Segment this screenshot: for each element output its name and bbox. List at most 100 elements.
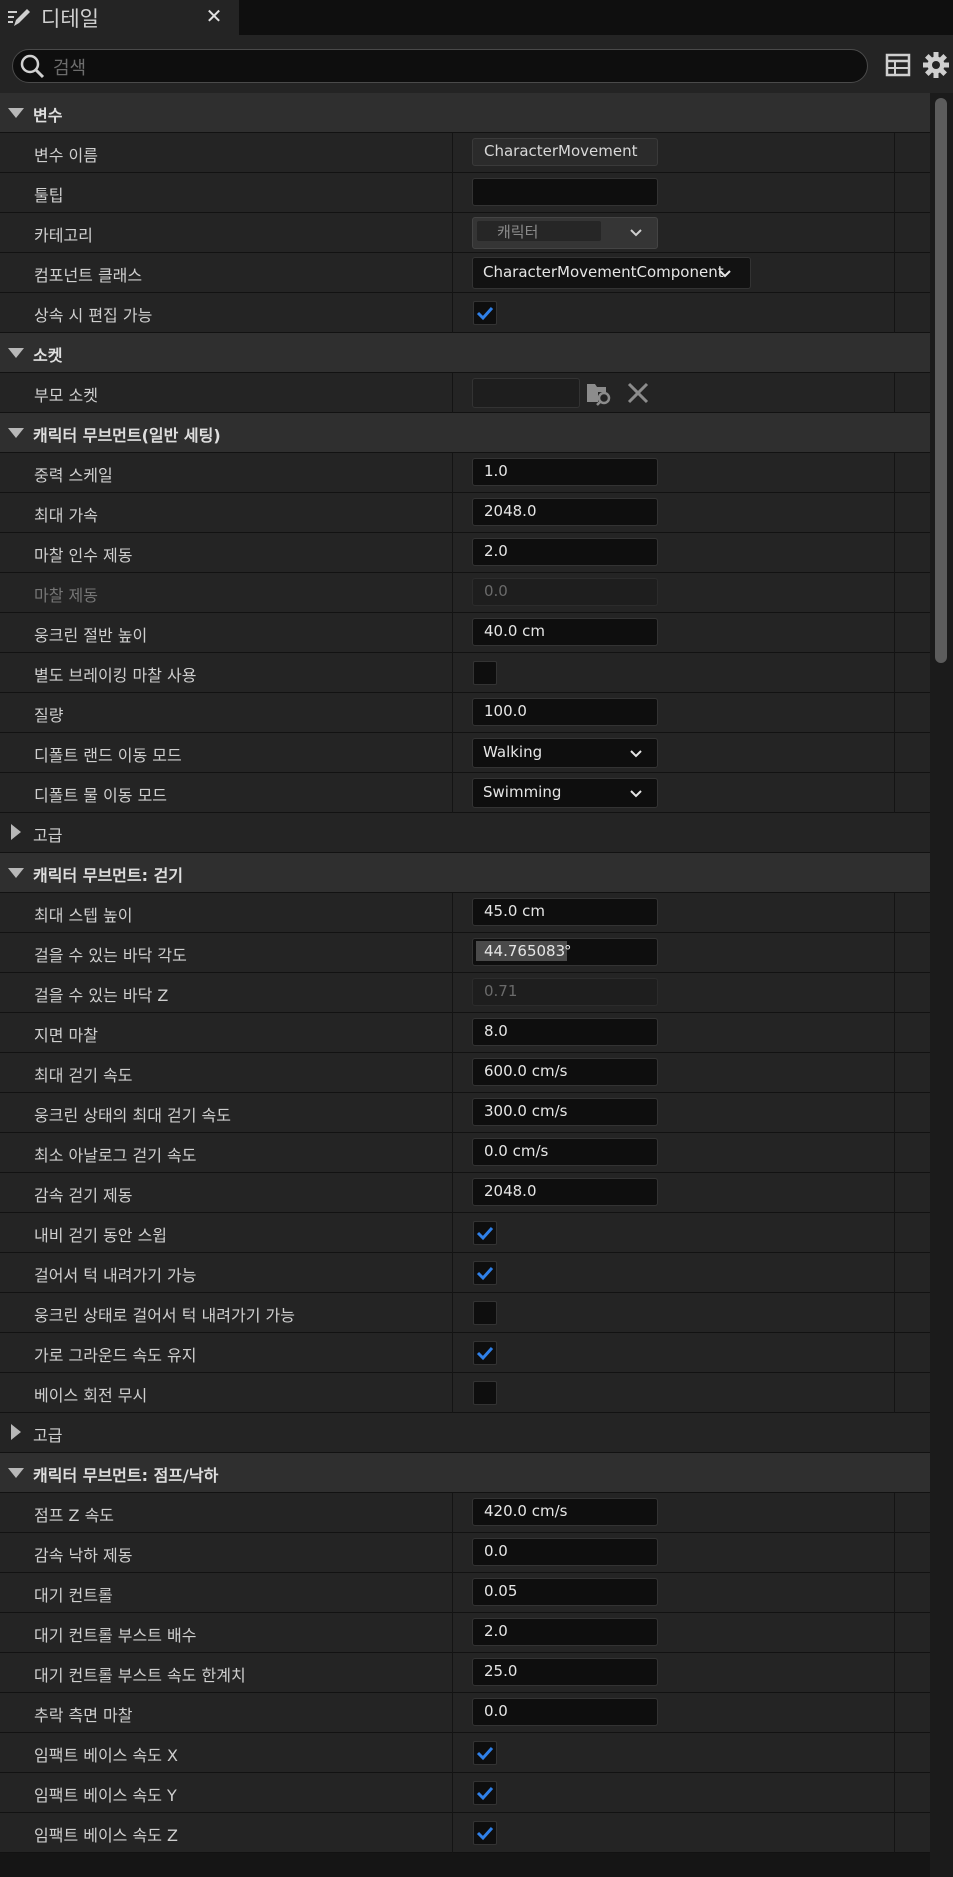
field-value: 25.0	[484, 1662, 518, 1680]
advanced-label: 고급	[33, 826, 63, 845]
advanced-group-walking[interactable]: 고급	[0, 1413, 930, 1453]
property-row: 걸을 수 있는 바닥 Z 0.71	[0, 973, 930, 1013]
jump-z-velocity-field[interactable]: 420.0 cm/s	[472, 1498, 658, 1526]
property-row-variable-name: 변수 이름 CharacterMovement	[0, 133, 930, 173]
category-combo[interactable]: 캐릭터	[472, 217, 658, 249]
max-walk-speed-crouched-field[interactable]: 300.0 cm/s	[472, 1098, 658, 1126]
field-value: 600.0 cm/s	[484, 1062, 568, 1080]
property-row: 최대 스텝 높이 45.0 cm	[0, 893, 930, 933]
field-value: 2048.0	[484, 502, 537, 520]
field-value: 420.0 cm/s	[484, 1502, 568, 1520]
falling-lateral-friction-field[interactable]: 0.0	[472, 1698, 658, 1726]
search-input[interactable]: 검색	[12, 49, 868, 83]
property-label: 임팩트 베이스 속도 X	[34, 1746, 178, 1765]
ignore-base-rotation-checkbox[interactable]	[473, 1381, 497, 1405]
clear-icon[interactable]	[626, 381, 650, 405]
property-row: 걸어서 턱 내려가기 가능	[0, 1253, 930, 1293]
parent-socket-field[interactable]	[472, 378, 580, 408]
property-row: 임팩트 베이스 속도 X	[0, 1733, 930, 1773]
table-icon[interactable]	[885, 52, 911, 78]
impart-base-velocity-z-checkbox[interactable]	[473, 1821, 497, 1845]
folder-search-icon[interactable]	[586, 380, 612, 406]
variable-name-field[interactable]: CharacterMovement	[472, 138, 658, 166]
max-step-height-field[interactable]: 45.0 cm	[472, 898, 658, 926]
field-value: 2.0	[484, 542, 508, 560]
braking-deceleration-walking-field[interactable]: 2048.0	[472, 1178, 658, 1206]
chevron-down-icon	[630, 750, 642, 758]
sweep-while-nav-walking-checkbox[interactable]	[473, 1221, 497, 1245]
close-icon[interactable]: ✕	[204, 3, 224, 29]
max-acceleration-field[interactable]: 2048.0	[472, 498, 658, 526]
checkmark-icon	[476, 1826, 494, 1841]
mass-field[interactable]: 100.0	[472, 698, 658, 726]
property-label: 부모 소켓	[34, 386, 98, 405]
checkmark-icon	[476, 306, 494, 321]
separate-braking-friction-checkbox[interactable]	[473, 661, 497, 685]
property-row: 별도 브레이킹 마찰 사용	[0, 653, 930, 693]
can-walk-off-ledges-crouching-checkbox[interactable]	[473, 1301, 497, 1325]
crouched-half-height-field[interactable]: 40.0 cm	[472, 618, 658, 646]
collapse-arrow-icon[interactable]	[8, 348, 24, 358]
category-socket[interactable]: 소켓	[0, 333, 930, 373]
property-label: 최대 걷기 속도	[34, 1066, 133, 1085]
default-land-movement-combo[interactable]: Walking	[472, 738, 658, 768]
category-variable[interactable]: 변수	[0, 93, 930, 133]
property-row: 디폴트 물 이동 모드 Swimming	[0, 773, 930, 813]
air-control-boost-velocity-threshold-field[interactable]: 25.0	[472, 1658, 658, 1686]
walkable-floor-z-field: 0.71	[472, 978, 658, 1006]
walkable-floor-angle-field[interactable]: 44.765083 °	[472, 938, 658, 966]
property-label: 대기 컨트롤	[34, 1586, 113, 1605]
property-row-tooltip: 툴팁	[0, 173, 930, 213]
default-water-movement-combo[interactable]: Swimming	[472, 778, 658, 808]
property-row: 베이스 회전 무시	[0, 1373, 930, 1413]
scrollbar-thumb[interactable]	[935, 98, 947, 663]
air-control-field[interactable]: 0.05	[472, 1578, 658, 1606]
component-class-combo[interactable]: CharacterMovementComponent	[472, 257, 751, 289]
property-row: 웅크린 상태의 최대 걷기 속도 300.0 cm/s	[0, 1093, 930, 1133]
advanced-group-general[interactable]: 고급	[0, 813, 930, 853]
braking-deceleration-falling-field[interactable]: 0.0	[472, 1538, 658, 1566]
field-value: 0.0	[484, 1702, 508, 1720]
can-walk-off-ledges-checkbox[interactable]	[473, 1261, 497, 1285]
tooltip-field[interactable]	[472, 178, 658, 206]
max-walk-speed-field[interactable]: 600.0 cm/s	[472, 1058, 658, 1086]
property-label: 감속 낙하 제동	[34, 1546, 133, 1565]
maintain-horizontal-ground-velocity-checkbox[interactable]	[473, 1341, 497, 1365]
category-title: 캐릭터 무브먼트: 점프/낙하	[33, 1466, 219, 1485]
property-label: 점프 Z 속도	[34, 1506, 115, 1525]
min-analog-walk-speed-field[interactable]: 0.0 cm/s	[472, 1138, 658, 1166]
property-label: 추락 측면 마찰	[34, 1706, 133, 1725]
category-general-settings[interactable]: 캐릭터 무브먼트(일반 세팅)	[0, 413, 930, 453]
braking-friction-factor-field[interactable]: 2.0	[472, 538, 658, 566]
property-row: 대기 컨트롤 부스트 속도 한계치 25.0	[0, 1653, 930, 1693]
property-label: 디폴트 물 이동 모드	[34, 786, 168, 805]
property-label: 걸을 수 있는 바닥 Z	[34, 986, 169, 1005]
expand-arrow-icon[interactable]	[11, 1424, 21, 1440]
impart-base-velocity-x-checkbox[interactable]	[473, 1741, 497, 1765]
collapse-arrow-icon[interactable]	[8, 428, 24, 438]
field-value: 0.0 cm/s	[484, 1142, 549, 1160]
editable-inherit-checkbox[interactable]	[473, 301, 497, 325]
property-label: 최소 아날로그 걷기 속도	[34, 1146, 197, 1165]
air-control-boost-multiplier-field[interactable]: 2.0	[472, 1618, 658, 1646]
collapse-arrow-icon[interactable]	[8, 108, 24, 118]
collapse-arrow-icon[interactable]	[8, 1468, 24, 1478]
field-value: 300.0 cm/s	[484, 1102, 568, 1120]
expand-arrow-icon[interactable]	[11, 824, 21, 840]
gravity-scale-field[interactable]: 1.0	[472, 458, 658, 486]
field-value: 40.0 cm	[484, 622, 546, 640]
category-jumping-falling[interactable]: 캐릭터 무브먼트: 점프/낙하	[0, 1453, 930, 1493]
ground-friction-field[interactable]: 8.0	[472, 1018, 658, 1046]
field-value: 44.765083	[476, 941, 568, 961]
category-walking[interactable]: 캐릭터 무브먼트: 걷기	[0, 853, 930, 893]
collapse-arrow-icon[interactable]	[8, 868, 24, 878]
details-tab[interactable]: 디테일 ✕	[0, 0, 239, 35]
impart-base-velocity-y-checkbox[interactable]	[473, 1781, 497, 1805]
property-label: 가로 그라운드 속도 유지	[34, 1346, 197, 1365]
field-value: 0.05	[484, 1582, 518, 1600]
property-row: 마찰 인수 제동 2.0	[0, 533, 930, 573]
property-row: 대기 컨트롤 0.05	[0, 1573, 930, 1613]
field-value: 8.0	[484, 1022, 508, 1040]
gear-icon[interactable]	[921, 50, 951, 80]
property-label: 베이스 회전 무시	[34, 1386, 148, 1405]
